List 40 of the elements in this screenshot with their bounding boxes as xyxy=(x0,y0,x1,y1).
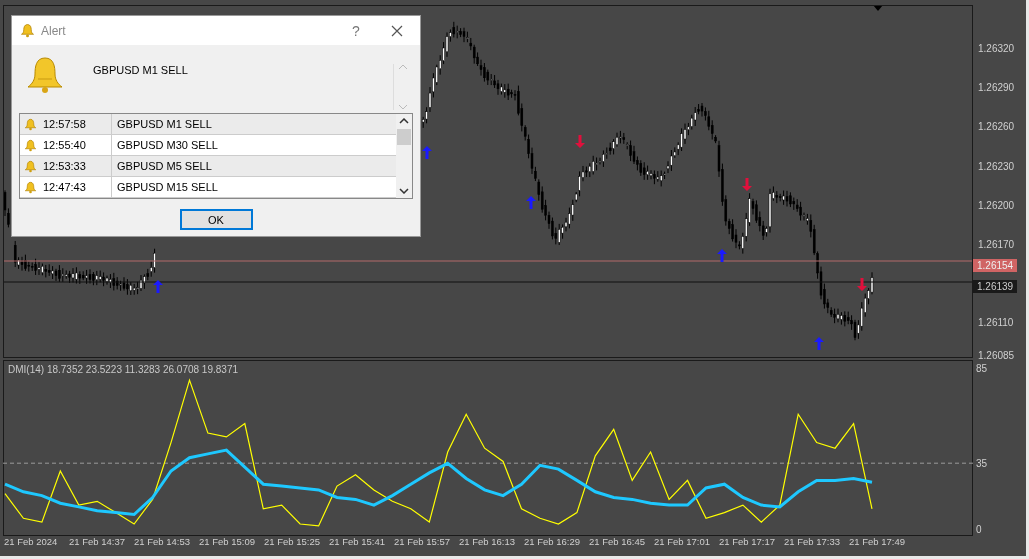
axis-label: 0 xyxy=(976,524,982,535)
time-label: 21 Feb 16:29 xyxy=(523,536,581,549)
dialog-title: Alert xyxy=(41,23,66,38)
time-label: 21 Feb 15:09 xyxy=(198,536,256,549)
price-label: 1.26260 xyxy=(978,121,1015,133)
time-label: 21 Feb 15:41 xyxy=(328,536,386,549)
time-label: 21 Feb 17:49 xyxy=(848,536,906,549)
alert-time: 12:53:33 xyxy=(43,160,86,172)
ok-button[interactable]: OK xyxy=(179,209,253,230)
axis-label: 85 xyxy=(976,363,988,374)
time-label: 21 Feb 17:17 xyxy=(718,536,776,549)
time-label: 21 Feb 17:33 xyxy=(783,536,841,549)
price-label: 1.26320 xyxy=(978,43,1015,54)
indicator-title: DMI(14) 18.7352 23.5223 11.3283 26.0708 19.8371 xyxy=(8,364,238,375)
axis-label: 35 xyxy=(976,457,988,469)
price-label: 1.26290 xyxy=(978,82,1015,94)
time-label: 21 Feb 15:57 xyxy=(393,536,451,549)
alert-time: 12:55:40 xyxy=(43,139,86,151)
price-label: 1.26200 xyxy=(978,199,1015,211)
time-label: 21 Feb 15:25 xyxy=(263,536,321,549)
price-label: 1.26110 xyxy=(978,317,1014,329)
price-label: 1.26230 xyxy=(978,160,1015,172)
time-label: 21 Feb 16:13 xyxy=(458,536,516,549)
help-button[interactable]: ? xyxy=(338,21,374,40)
alert-message: GBPUSD M1 SELL xyxy=(93,64,188,76)
time-label: 21 Feb 2024 xyxy=(3,536,59,549)
alert-text: GBPUSD M5 SELL xyxy=(116,160,212,172)
time-label: 21 Feb 14:53 xyxy=(133,536,191,549)
alert-text: GBPUSD M15 SELL xyxy=(116,181,218,193)
price-label: 1.26085 xyxy=(978,350,1015,361)
alert-time: 12:47:43 xyxy=(43,181,86,193)
current-price-label: 1.26139 xyxy=(973,280,1018,293)
alert-text: GBPUSD M1 SELL xyxy=(116,118,212,130)
alert-text: GBPUSD M30 SELL xyxy=(116,139,218,151)
time-label: 21 Feb 14:37 xyxy=(68,536,126,549)
price-label: 1.26170 xyxy=(978,239,1015,250)
current-price-label: 1.26154 xyxy=(973,259,1018,272)
time-label: 21 Feb 17:01 xyxy=(653,536,711,549)
time-label: 21 Feb 16:45 xyxy=(588,536,646,549)
alert-time: 12:57:58 xyxy=(43,118,86,130)
